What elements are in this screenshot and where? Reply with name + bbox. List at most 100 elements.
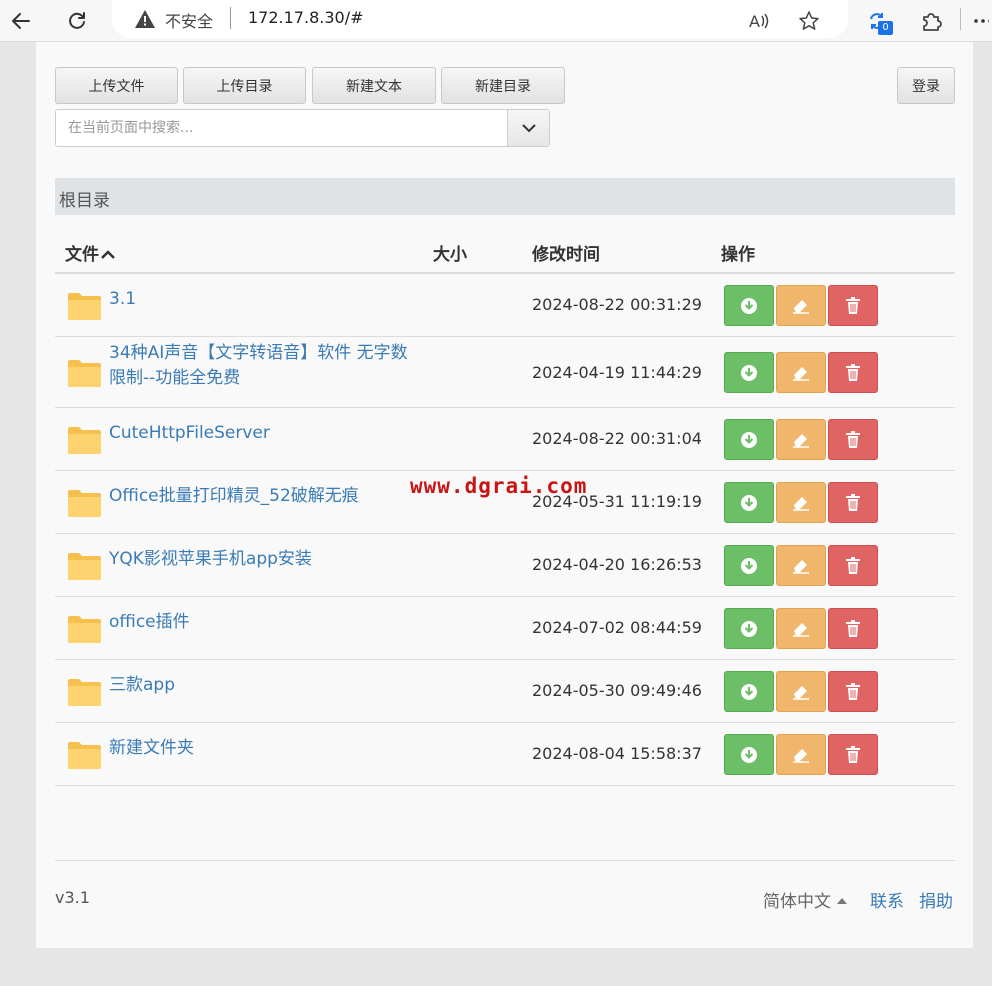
sync-badge: 0 bbox=[878, 21, 893, 35]
eraser-icon bbox=[791, 297, 811, 315]
upload-file-button[interactable]: 上传文件 bbox=[55, 67, 178, 104]
folder-name-link[interactable]: YQK影视苹果手机app安装 bbox=[109, 547, 312, 572]
delete-button[interactable] bbox=[828, 285, 878, 326]
table-header: 文件 大小 修改时间 操作 bbox=[55, 232, 955, 274]
footer-divider bbox=[55, 860, 955, 861]
watermark-text: www.dgrai.com bbox=[410, 474, 588, 498]
download-button[interactable] bbox=[724, 734, 774, 775]
modified-time: 2024-04-20 16:26:53 bbox=[532, 555, 702, 574]
svg-text:A: A bbox=[749, 12, 760, 31]
eraser-icon bbox=[791, 557, 811, 575]
url-text[interactable]: 172.17.8.30/# bbox=[248, 8, 364, 27]
download-icon bbox=[740, 297, 758, 315]
delete-button[interactable] bbox=[828, 419, 878, 460]
caret-up-icon bbox=[837, 898, 847, 904]
modified-time: 2024-04-19 11:44:29 bbox=[532, 363, 702, 382]
search-input[interactable] bbox=[56, 110, 508, 146]
download-icon bbox=[740, 620, 758, 638]
warning-icon[interactable] bbox=[134, 8, 156, 30]
back-icon[interactable] bbox=[4, 4, 38, 38]
upload-directory-button[interactable]: 上传目录 bbox=[183, 67, 306, 104]
trash-icon bbox=[845, 363, 861, 382]
table-row: CuteHttpFileServer 2024-08-22 00:31:04 bbox=[55, 408, 955, 471]
download-button[interactable] bbox=[724, 419, 774, 460]
version-label: v3.1 bbox=[55, 888, 90, 907]
download-icon bbox=[740, 364, 758, 382]
new-directory-button[interactable]: 新建目录 bbox=[441, 67, 565, 104]
download-button[interactable] bbox=[724, 545, 774, 586]
contact-link[interactable]: 联系 bbox=[870, 887, 904, 912]
chevron-down-icon bbox=[521, 124, 536, 133]
rename-button[interactable] bbox=[776, 482, 826, 523]
eraser-icon bbox=[791, 620, 811, 638]
folder-name-link[interactable]: 34种AI声音【文字转语音】软件 无字数 限制--功能全免费 bbox=[109, 341, 408, 391]
trash-icon bbox=[845, 556, 861, 575]
delete-button[interactable] bbox=[828, 671, 878, 712]
login-button[interactable]: 登录 bbox=[897, 67, 955, 104]
rename-button[interactable] bbox=[776, 545, 826, 586]
sort-up-icon bbox=[101, 250, 115, 259]
extensions-icon[interactable] bbox=[914, 4, 948, 38]
modified-time: 2024-08-22 00:31:29 bbox=[532, 295, 702, 314]
rename-button[interactable] bbox=[776, 352, 826, 393]
delete-button[interactable] bbox=[828, 352, 878, 393]
folder-name-link[interactable]: 三款app bbox=[109, 673, 175, 698]
folder-icon[interactable] bbox=[67, 613, 102, 645]
column-size-header[interactable]: 大小 bbox=[433, 240, 467, 265]
trash-icon bbox=[845, 745, 861, 764]
read-aloud-icon[interactable]: A bbox=[742, 4, 776, 38]
folder-name-link[interactable]: 新建文件夹 bbox=[109, 736, 194, 761]
folder-icon[interactable] bbox=[67, 357, 102, 389]
eraser-icon bbox=[791, 364, 811, 382]
rename-button[interactable] bbox=[776, 608, 826, 649]
folder-icon[interactable] bbox=[67, 676, 102, 708]
download-button[interactable] bbox=[724, 482, 774, 523]
folder-icon[interactable] bbox=[67, 290, 102, 322]
more-menu-icon[interactable] bbox=[970, 4, 992, 38]
trash-icon bbox=[845, 430, 861, 449]
security-label[interactable]: 不安全 bbox=[165, 8, 213, 32]
rename-button[interactable] bbox=[776, 671, 826, 712]
delete-button[interactable] bbox=[828, 608, 878, 649]
favorite-star-icon[interactable] bbox=[792, 4, 826, 38]
table-row: 3.1 2024-08-22 00:31:29 bbox=[55, 274, 955, 337]
browser-toolbar: 不安全 172.17.8.30/# A 0 bbox=[0, 0, 992, 42]
folder-icon[interactable] bbox=[67, 739, 102, 771]
breadcrumb-root[interactable]: 根目录 bbox=[59, 186, 110, 211]
folder-name-link[interactable]: office插件 bbox=[109, 610, 190, 635]
trash-icon bbox=[845, 619, 861, 638]
folder-name-link[interactable]: 3.1 bbox=[109, 287, 136, 312]
delete-button[interactable] bbox=[828, 545, 878, 586]
address-bar[interactable] bbox=[112, 0, 848, 38]
refresh-icon[interactable] bbox=[60, 4, 94, 38]
download-button[interactable] bbox=[724, 608, 774, 649]
folder-name-line: 限制--功能全免费 bbox=[109, 368, 241, 388]
folder-name-link[interactable]: Office批量打印精灵_52破解无痕 bbox=[109, 484, 359, 509]
eraser-icon bbox=[791, 431, 811, 449]
rename-button[interactable] bbox=[776, 285, 826, 326]
eraser-icon bbox=[791, 683, 811, 701]
language-selector[interactable]: 简体中文 bbox=[763, 887, 847, 912]
table-row: office插件 2024-07-02 08:44:59 bbox=[55, 597, 955, 660]
new-text-button[interactable]: 新建文本 bbox=[312, 67, 436, 104]
download-button[interactable] bbox=[724, 352, 774, 393]
folder-icon[interactable] bbox=[67, 487, 102, 519]
folder-icon[interactable] bbox=[67, 550, 102, 582]
download-icon bbox=[740, 746, 758, 764]
download-icon bbox=[740, 494, 758, 512]
column-ops-header: 操作 bbox=[721, 245, 755, 265]
column-mtime-header[interactable]: 修改时间 bbox=[532, 240, 600, 265]
search-dropdown-button[interactable] bbox=[507, 110, 549, 146]
rename-button[interactable] bbox=[776, 419, 826, 460]
folder-name-link[interactable]: CuteHttpFileServer bbox=[109, 421, 270, 446]
column-name-header[interactable]: 文件 bbox=[65, 240, 115, 265]
download-button[interactable] bbox=[724, 671, 774, 712]
delete-button[interactable] bbox=[828, 482, 878, 523]
column-name-label: 文件 bbox=[65, 245, 99, 265]
folder-icon[interactable] bbox=[67, 424, 102, 456]
download-button[interactable] bbox=[724, 285, 774, 326]
donate-link[interactable]: 捐助 bbox=[919, 887, 953, 912]
download-icon bbox=[740, 557, 758, 575]
delete-button[interactable] bbox=[828, 734, 878, 775]
rename-button[interactable] bbox=[776, 734, 826, 775]
